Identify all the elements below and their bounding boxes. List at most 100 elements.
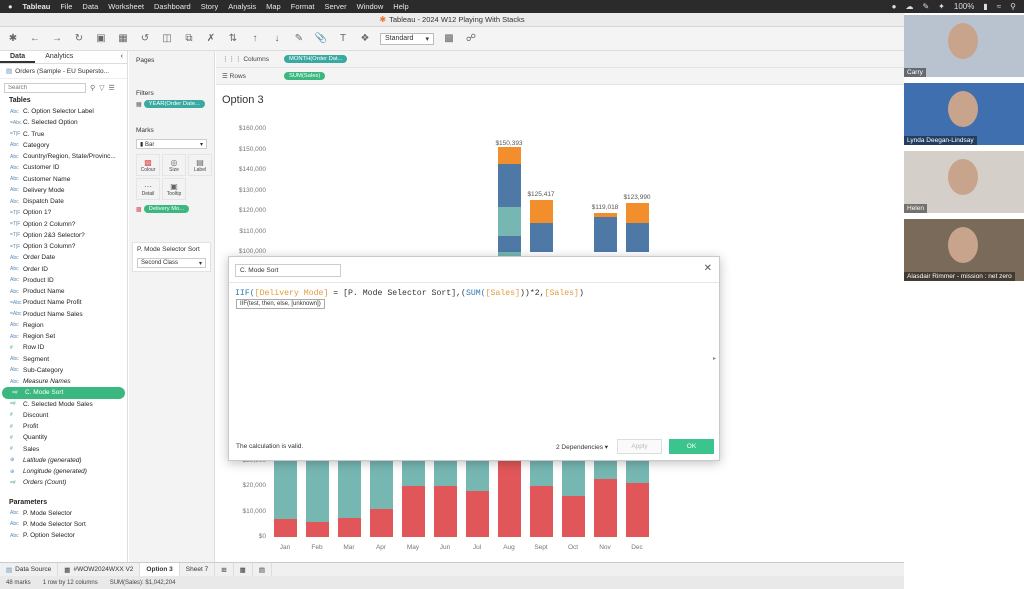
field-item[interactable]: Abc Region — [0, 320, 127, 331]
formula-editor[interactable]: IIF([Delivery Mode] = [P. Mode Selector … — [235, 289, 584, 298]
wifi-icon[interactable]: ≈ — [997, 2, 1001, 11]
mac-menu-tableau[interactable]: Tableau — [23, 2, 51, 11]
forward-icon[interactable]: → — [50, 32, 64, 46]
mac-menu-dashboard[interactable]: Dashboard — [154, 2, 191, 11]
mac-menu-server[interactable]: Server — [325, 2, 347, 11]
field-item[interactable]: =Abc Product Name Profit — [0, 297, 127, 308]
filter-icon[interactable]: ▽ — [99, 84, 104, 92]
tab-option-3[interactable]: Option 3 — [140, 562, 180, 577]
mac-menu-data[interactable]: Data — [82, 2, 98, 11]
field-item[interactable]: ⊕ Longitude (generated) — [0, 466, 127, 477]
bar-segment[interactable] — [530, 486, 553, 537]
field-item[interactable]: Abc Product Name — [0, 286, 127, 297]
expand-arrow-icon[interactable]: ▸ — [713, 355, 716, 362]
bar-segment[interactable] — [626, 461, 649, 483]
bar-segment[interactable] — [402, 486, 425, 537]
sort-asc-icon[interactable]: ↑ — [248, 32, 262, 46]
field-item[interactable]: Abc Country/Region, State/Provinc... — [0, 151, 127, 162]
presentation-icon[interactable]: ▩ — [442, 32, 456, 46]
bar-segment[interactable] — [562, 461, 585, 497]
field-item[interactable]: # Quantity — [0, 432, 127, 443]
field-item[interactable]: Abc Order Date — [0, 252, 127, 263]
datasource-item[interactable]: ▤ Orders (Sample - EU Supersto... — [0, 64, 127, 79]
bar-segment[interactable] — [274, 519, 297, 537]
mac-menu-analysis[interactable]: Analysis — [228, 2, 256, 11]
bar-segment[interactable] — [594, 461, 617, 479]
tab-sheet-7[interactable]: Sheet 7 — [180, 562, 216, 577]
bar-segment[interactable] — [530, 199, 553, 224]
size-button[interactable]: ◎ Size — [162, 154, 186, 176]
field-item[interactable]: Abc Customer Name — [0, 174, 127, 185]
share-icon[interactable]: ☍ — [464, 32, 478, 46]
bar-segment[interactable] — [338, 518, 361, 537]
fit-select[interactable]: Standard ▾ — [380, 32, 434, 45]
tableau-icon[interactable]: ✱ — [6, 32, 20, 46]
bar-segment[interactable] — [306, 521, 329, 537]
field-item[interactable]: Abc P. Mode Selector — [0, 508, 127, 519]
bar-segment[interactable] — [626, 202, 649, 224]
field-item[interactable]: =T|F Option 2&3 Selector? — [0, 230, 127, 241]
bar-segment[interactable] — [466, 461, 489, 492]
new-sheet-icon[interactable]: ⊞ — [215, 562, 234, 577]
ok-button[interactable]: OK — [669, 439, 714, 454]
cloud-icon[interactable]: ☁ — [905, 2, 913, 11]
tab-analytics[interactable]: Analytics — [35, 51, 83, 63]
bar-segment[interactable] — [530, 223, 553, 252]
field-item[interactable]: Abc C. Option Selector Label — [0, 106, 127, 117]
field-item[interactable]: Abc Region Set — [0, 331, 127, 342]
field-item[interactable]: # Profit — [0, 421, 127, 432]
bluetooth-icon[interactable]: ✦ — [938, 2, 945, 11]
new-story-icon[interactable]: ▤ — [253, 562, 272, 577]
bar-segment[interactable] — [626, 482, 649, 537]
parameter-select[interactable]: Second Class ▾ — [137, 258, 206, 268]
new-dashboard-icon[interactable]: ▦ — [234, 562, 253, 577]
mac-menu-map[interactable]: Map — [266, 2, 281, 11]
collapse-icon[interactable]: ‹ — [117, 51, 127, 63]
tooltip-button[interactable]: ▣ Tooltip — [162, 178, 186, 200]
field-item[interactable]: =T|F Option 3 Column? — [0, 241, 127, 252]
field-item[interactable]: Abc Dispatch Date — [0, 196, 127, 207]
mac-menu-window[interactable]: Window — [357, 2, 384, 11]
back-icon[interactable]: ← — [28, 32, 42, 46]
bar-segment[interactable] — [370, 461, 393, 510]
bar-segment[interactable] — [498, 163, 521, 207]
duplicate-icon[interactable]: ⧉ — [182, 32, 196, 46]
bar-segment[interactable] — [626, 223, 649, 252]
mac-menu-story[interactable]: Story — [201, 2, 219, 11]
add-datasource-icon[interactable]: ▦ — [116, 32, 130, 46]
bar-segment[interactable] — [594, 217, 617, 252]
view-toggle-icon[interactable]: ☰ — [109, 84, 115, 92]
record-icon[interactable]: ● — [892, 2, 897, 11]
field-item[interactable]: Abc Order ID — [0, 264, 127, 275]
pen-icon[interactable]: ✎ — [922, 2, 929, 11]
swap-icon[interactable]: ⇅ — [226, 32, 240, 46]
field-item[interactable]: =# C. Selected Mode Sales — [0, 399, 127, 410]
field-item[interactable]: Abc Segment — [0, 354, 127, 365]
colour-button[interactable]: ▩ Colour — [136, 154, 160, 176]
mac-menu-file[interactable]: File — [60, 2, 72, 11]
field-item[interactable]: Abc Product ID — [0, 275, 127, 286]
field-item[interactable]: Abc Delivery Mode — [0, 185, 127, 196]
field-item[interactable]: =T|F C. True — [0, 129, 127, 140]
group-icon[interactable]: 📎 — [314, 32, 328, 46]
field-item[interactable]: Abc Sub-Category — [0, 365, 127, 376]
tab-wow[interactable]: ▦ #WOW2024WXX V2 — [58, 562, 141, 577]
field-item[interactable]: ⊕ Latitude (generated) — [0, 455, 127, 466]
refresh-icon[interactable]: ↺ — [138, 32, 152, 46]
pin-icon[interactable]: ❖ — [358, 32, 372, 46]
bar-segment[interactable] — [594, 478, 617, 537]
bar-segment[interactable] — [498, 148, 521, 164]
field-item[interactable]: # Sales — [0, 444, 127, 455]
close-icon[interactable]: ✕ — [704, 263, 712, 274]
tab-data-source[interactable]: ▤ Data Source — [0, 562, 59, 577]
bar-segment[interactable] — [530, 461, 553, 487]
mac-menu-format[interactable]: Format — [291, 2, 315, 11]
bar-segment[interactable] — [562, 496, 585, 537]
highlight-icon[interactable]: ✎ — [292, 32, 306, 46]
columns-pill[interactable]: MONTH(Order Dat... — [284, 55, 348, 63]
field-item[interactable]: Abc Customer ID — [0, 162, 127, 173]
label-button[interactable]: ▤ Label — [188, 154, 212, 176]
new-datasource-icon[interactable]: ↻ — [72, 32, 86, 46]
marks-pill[interactable]: Delivery Mo... — [143, 205, 190, 213]
bar-segment[interactable] — [466, 491, 489, 537]
